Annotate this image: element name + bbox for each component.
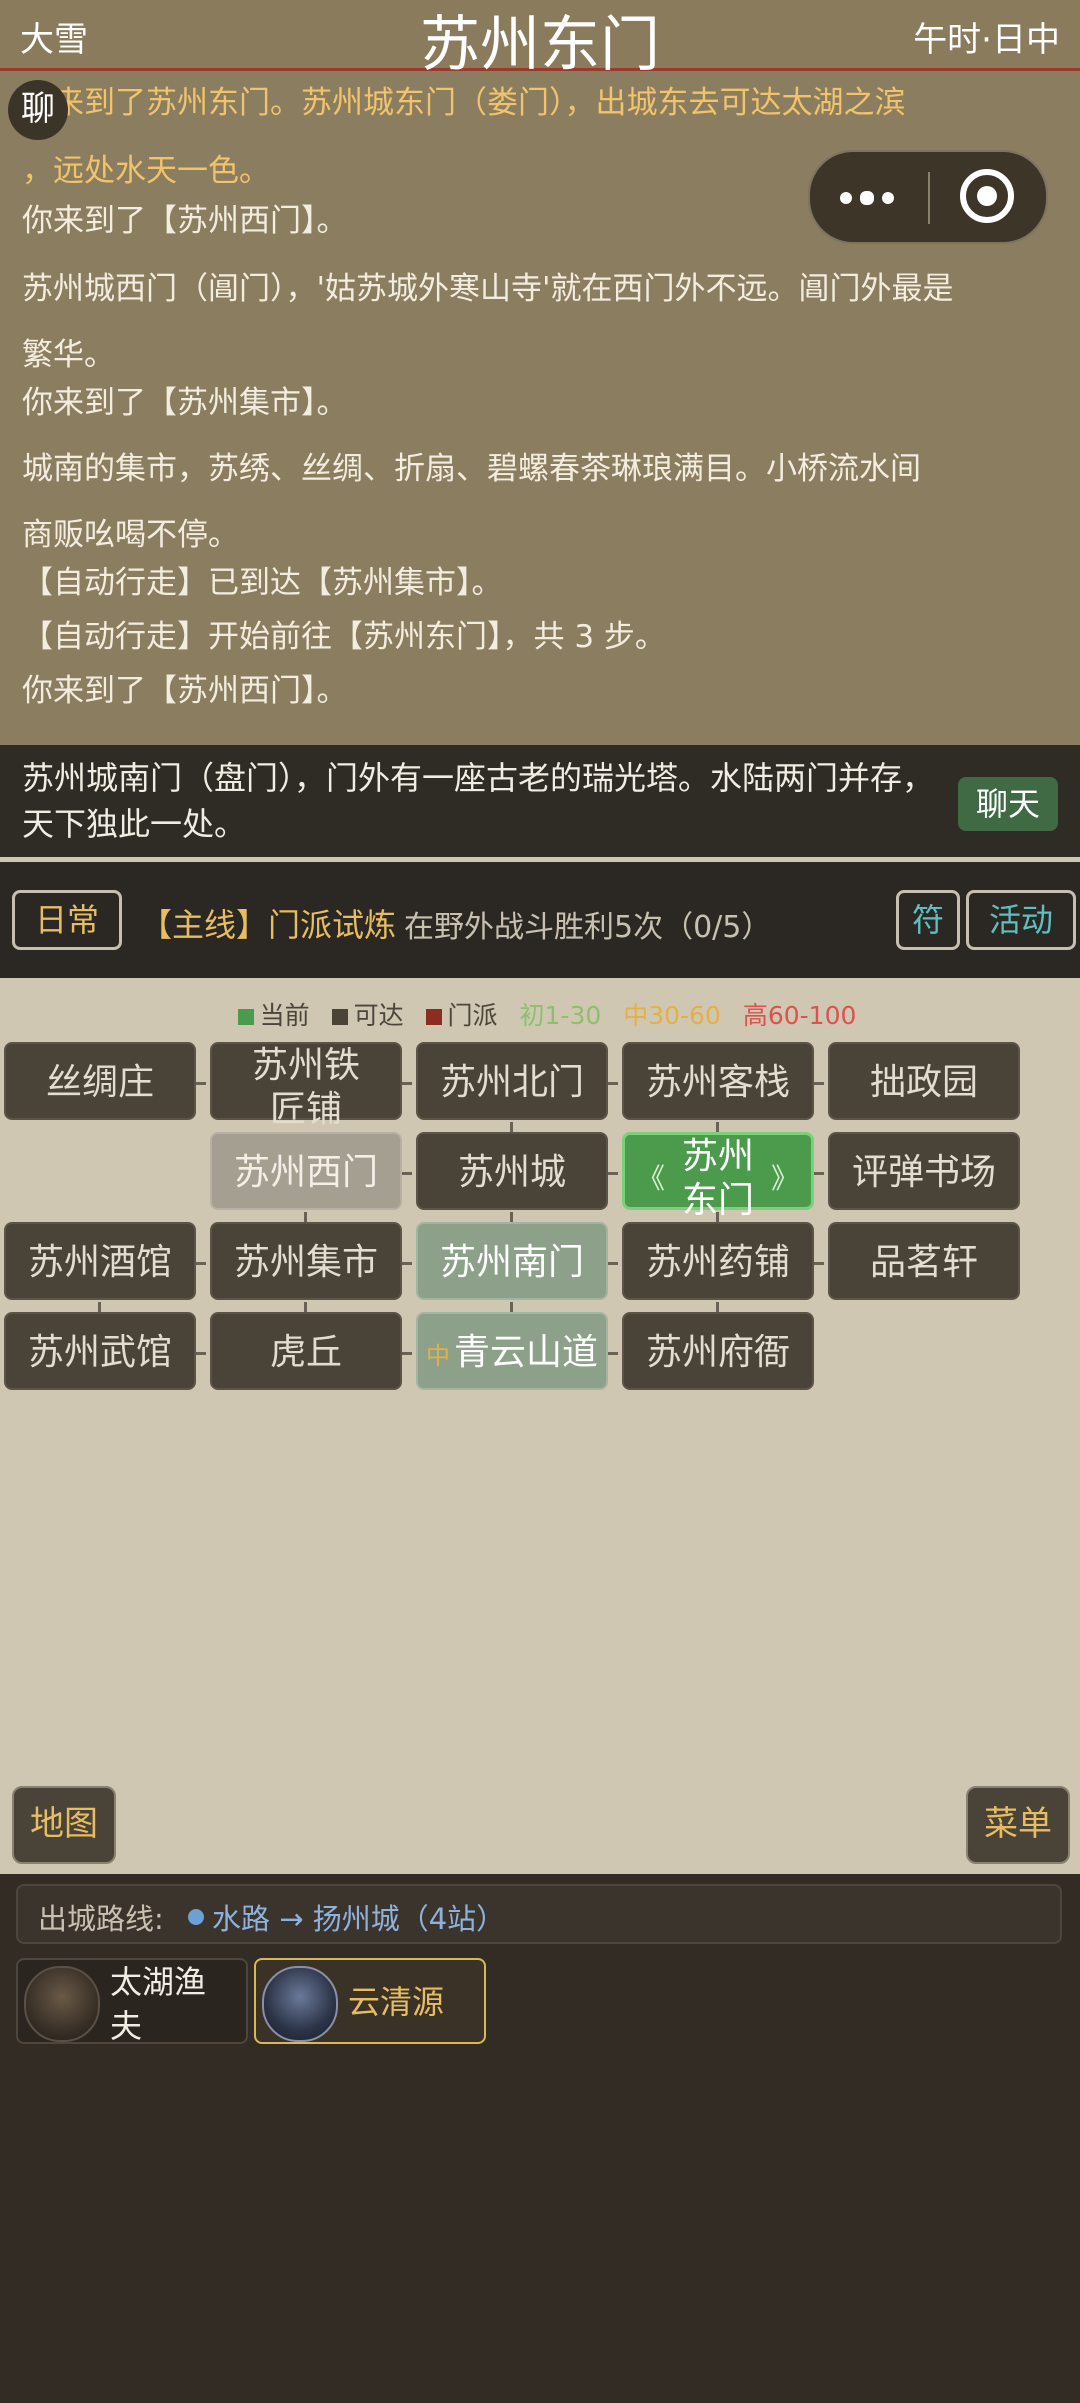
- route-label: 出城路线:: [38, 1902, 164, 1936]
- log-line: 【自动行走】开始前往【苏州东门】，共 3 步。: [22, 619, 666, 655]
- npc-card[interactable]: 云清源: [254, 1958, 486, 2044]
- route-text[interactable]: 水路 → 扬州城（4站）: [212, 1896, 505, 1938]
- map-node-inn[interactable]: 苏州客栈: [622, 1042, 814, 1120]
- map-node-west-gate[interactable]: 苏州西门: [210, 1132, 402, 1210]
- map-node-suzhou-city[interactable]: 苏州城: [416, 1132, 608, 1210]
- exit-route-bar[interactable]: 出城路线: 水路 → 扬州城（4站）: [16, 1884, 1062, 1944]
- legend-sect-swatch: [425, 1009, 442, 1025]
- bottom-panel: 出城路线: 水路 → 扬州城（4站） 太湖渔夫 云清源: [0, 1874, 1080, 2403]
- top-header: 大雪 苏州东门 午时·日中: [0, 0, 1080, 80]
- legend-low-level: 初1-30: [519, 1001, 602, 1030]
- chat-button[interactable]: 聊天: [958, 777, 1058, 831]
- npc-avatar: [262, 1966, 338, 2042]
- map-node-silk-shop[interactable]: 丝绸庄: [4, 1042, 196, 1120]
- legend-reachable-swatch: [331, 1009, 348, 1025]
- npc-card[interactable]: 太湖渔夫: [16, 1958, 248, 2045]
- level-tag: 中: [425, 1342, 450, 1370]
- map-node-south-gate[interactable]: 苏州南门: [416, 1222, 608, 1300]
- more-icon[interactable]: [838, 178, 898, 218]
- chat-bubble-icon[interactable]: 聊: [8, 80, 68, 140]
- legend-high-level: 高60-100: [742, 1001, 857, 1030]
- close-target-icon[interactable]: [960, 169, 1014, 223]
- log-line: 你来到了苏州东门。苏州城东门（娄门），出城东去可达太湖之滨: [22, 85, 906, 121]
- log-line: 苏州城西门（阊门），'姑苏城外寒山寺'就在西门外不远。阊门外最是: [22, 271, 954, 307]
- legend-reachable: 可达: [353, 1001, 404, 1030]
- log-line: 你来到了【苏州集市】。: [22, 385, 348, 421]
- activity-button[interactable]: 活动: [966, 890, 1076, 950]
- map-node-north-gate[interactable]: 苏州北门: [416, 1042, 608, 1120]
- map-legend: 当前 可达 门派 初1-30 中30-60 高60-100: [0, 996, 1080, 1032]
- map-node-qingyun-road-label: 青云山道: [453, 1332, 598, 1373]
- log-line: 繁华。: [22, 337, 115, 373]
- npc-name: 太湖渔夫: [110, 1963, 207, 2045]
- quest-description: 在野外战斗胜利5次（0/5）: [404, 910, 772, 945]
- log-line: 城南的集市，苏绣、丝绸、折扇、碧螺春茶琳琅满目。小桥流水间: [22, 451, 921, 487]
- map-node-martial-hall[interactable]: 苏州武馆: [4, 1312, 196, 1390]
- map-node-government-office[interactable]: 苏州府衙: [622, 1312, 814, 1390]
- map-node-qingyun-road[interactable]: 中青云山道: [416, 1312, 608, 1390]
- quest-tag[interactable]: 【主线】门派试炼: [140, 900, 396, 946]
- map-node-blacksmith[interactable]: 苏州铁匠铺: [210, 1042, 402, 1130]
- map-node-pharmacy[interactable]: 苏州药铺: [622, 1222, 814, 1300]
- map-node-tavern[interactable]: 苏州酒馆: [4, 1222, 196, 1300]
- map-node-teahouse[interactable]: 品茗轩: [828, 1222, 1020, 1300]
- miniprogram-capsule: [808, 150, 1048, 244]
- legend-mid-level: 中30-60: [623, 1001, 721, 1030]
- legend-current: 当前: [259, 1001, 310, 1030]
- time-label: 午时·日中: [913, 20, 1060, 60]
- log-line: 商贩吆喝不停。: [22, 517, 239, 553]
- map-button[interactable]: 地图: [12, 1786, 116, 1864]
- location-message-bar: 苏州城南门（盘门），门外有一座古老的瑞光塔。水陆两门并存，天下独此一处。 聊天: [0, 745, 1080, 857]
- npc-avatar: [24, 1966, 100, 2042]
- legend-sect: 门派: [447, 1001, 498, 1030]
- map-node-east-gate-current[interactable]: 《 苏州东门 》: [622, 1132, 814, 1221]
- quest-bar: 日常 【主线】门派试炼 在野外战斗胜利5次（0/5） 符 活动: [0, 862, 1080, 978]
- location-description: 苏州城南门（盘门），门外有一座古老的瑞光塔。水陆两门并存，天下独此一处。: [22, 759, 935, 843]
- route-dot-icon: [188, 1909, 204, 1925]
- legend-current-swatch: [237, 1009, 254, 1025]
- daily-button[interactable]: 日常: [12, 890, 122, 950]
- log-line: 【自动行走】已到达【苏州集市】。: [22, 565, 503, 601]
- log-line: 你来到了【苏州西门】。: [22, 673, 348, 709]
- menu-button[interactable]: 菜单: [966, 1786, 1070, 1864]
- map-node-storytelling-hall[interactable]: 评弹书场: [828, 1132, 1020, 1210]
- map-node-tiger-hill[interactable]: 虎丘: [210, 1312, 402, 1390]
- npc-name: 云清源: [348, 1983, 445, 2021]
- talisman-button[interactable]: 符: [896, 890, 960, 950]
- map-node-humble-garden[interactable]: 拙政园: [828, 1042, 1020, 1120]
- map-node-market[interactable]: 苏州集市: [210, 1222, 402, 1300]
- map-node-east-gate-label: 苏州东门: [681, 1136, 754, 1221]
